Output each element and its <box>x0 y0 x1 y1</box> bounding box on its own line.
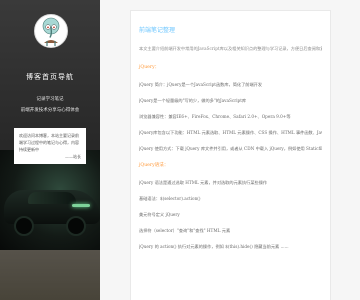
article-line: 基础语法：$(selector).action() <box>139 196 201 201</box>
sidebar-background-image <box>0 150 100 250</box>
car-headlight <box>72 204 90 207</box>
article-line: jQuery 使用方式：下载 jQuery 库文件并引用，或者从 CDN 中载入… <box>139 146 322 151</box>
site-title[interactable]: 博客首页导航 <box>0 72 100 82</box>
article-line: 浏览器兼容性：兼容IE6+、FireFox、Chrome、Safari 2.0+… <box>139 114 291 119</box>
sidebar-ground <box>0 250 100 300</box>
main-content: 前端笔记整理 本文主要介绍前端开发中常用的JavaScript库以及相关知识点的… <box>100 0 360 300</box>
article-line: jQuery是一个轻量级的"写的少，做的多"的JavaScript库 <box>139 98 247 103</box>
article-line: jQuery 简介：jQuery是一个JavaScript函数库，简化了前端开发 <box>139 82 263 87</box>
notice-text: 欢迎访问本博客，本站主要记录前端学习过程中的笔记与心得，内容持续更新中 <box>19 133 79 152</box>
car-wheel-front <box>66 216 86 236</box>
site-subtitle: 记录学习笔记 <box>36 97 64 102</box>
article-line: jQuery库包含以下功能：HTML 元素选取、HTML 元素操作、CSS 操作… <box>139 130 322 135</box>
sidebar: 博客首页导航 记录学习笔记 前端开发技术分享与心得体会 欢迎访问本博客，本站主要… <box>0 0 100 300</box>
article-line: 美元符号定义 jQuery <box>139 212 180 217</box>
article-line: jQuery 的 action() 执行对元素的操作，例如 $(this).hi… <box>139 244 289 249</box>
site-description: 前端开发技术分享与心得体会 <box>20 108 80 113</box>
article-card: 前端笔记整理 本文主要介绍前端开发中常用的JavaScript库以及相关知识点的… <box>130 10 331 300</box>
avatar[interactable] <box>34 14 68 48</box>
car-wheel-rear <box>14 216 34 236</box>
article-title[interactable]: 前端笔记整理 <box>139 25 322 34</box>
article-line: jQuery 语法是通过选取 HTML 元素，并对选取的元素执行某些操作 <box>139 180 268 185</box>
article-line: 选择符（selector）"查询"和"查找" HTML 元素 <box>139 228 231 233</box>
car-window <box>28 192 76 204</box>
notice-box: 欢迎访问本博客，本站主要记录前端学习过程中的笔记与心得，内容持续更新中 ——站长 <box>14 128 86 164</box>
article-intro: 本文主要介绍前端开发中常用的JavaScript库以及相关知识点的整理与学习记录… <box>139 46 322 51</box>
notice-signature: ——站长 <box>65 154 81 159</box>
squidward-avatar-icon <box>42 17 60 46</box>
section-heading-syntax: jQuery语法： <box>139 163 169 168</box>
section-heading-jquery: jQuery： <box>139 65 160 70</box>
